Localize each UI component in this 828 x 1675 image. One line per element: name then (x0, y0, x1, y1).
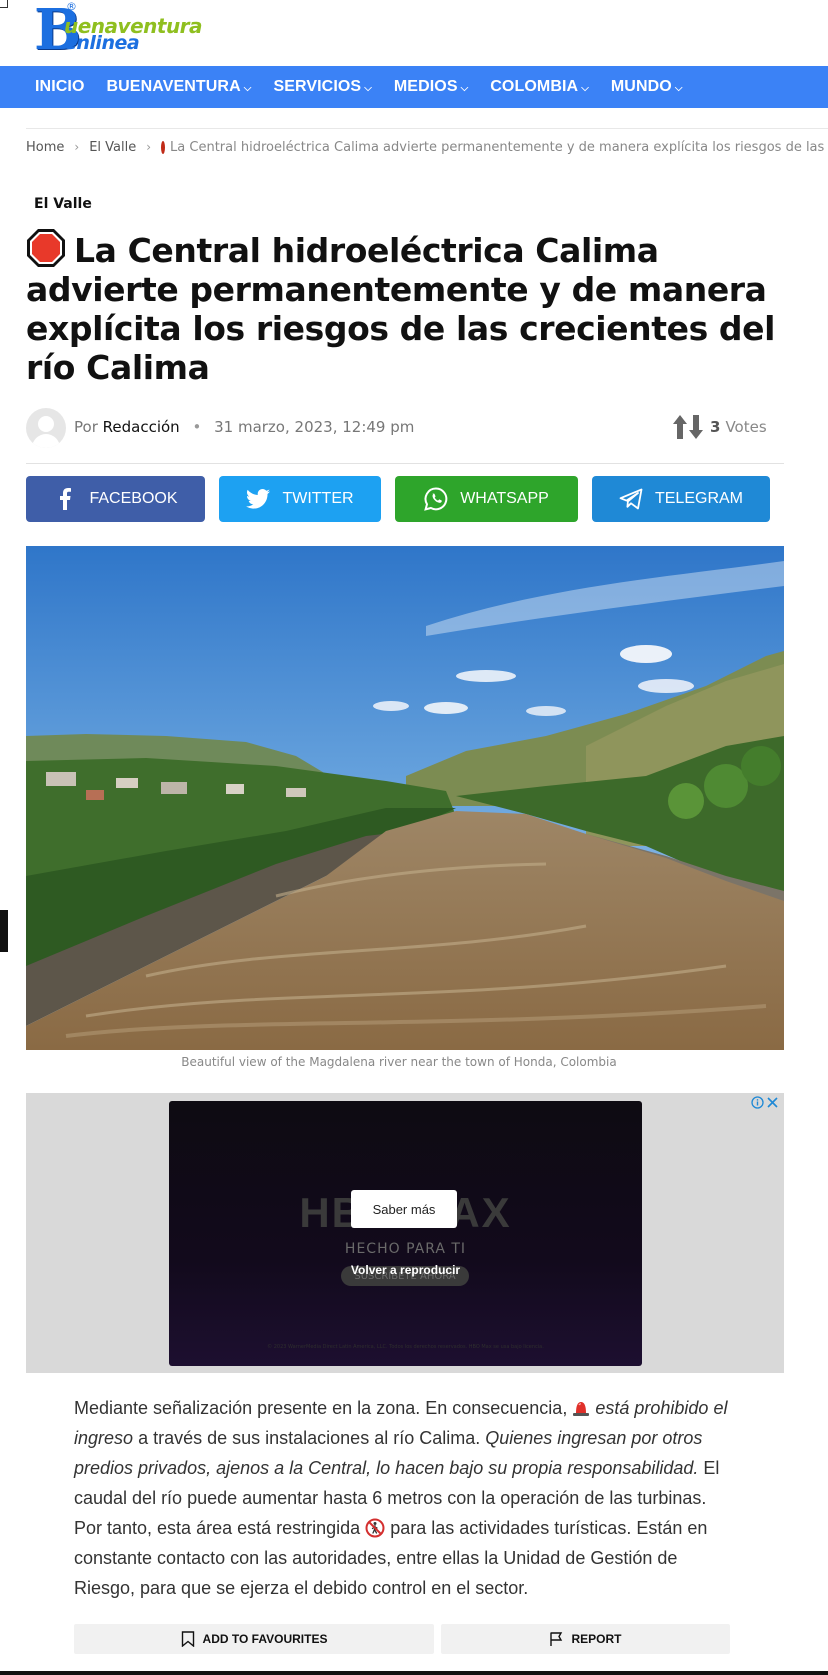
nav-item-label: MUNDO (610, 78, 672, 95)
info-icon[interactable] (750, 1095, 765, 1110)
nav-item-servicios[interactable]: SERVICIOS ⌵ (273, 78, 371, 96)
nav-item-buenaventura[interactable]: BUENAVENTURA ⌵ (107, 78, 252, 96)
breadcrumb-current: La Central hidroeléctrica Calima adviert… (170, 139, 828, 155)
ad-container[interactable]: HBO MAX HECHO PARA TI SUSCRÍBETE AHORA V… (26, 1093, 784, 1373)
share-label: TWITTER (282, 490, 354, 507)
breadcrumb-separator-icon: › (146, 140, 152, 154)
share-facebook-button[interactable]: FACEBOOK (26, 476, 205, 522)
body-text-segment: Mediante señalización presente en la zon… (74, 1398, 568, 1418)
share-telegram-button[interactable]: TELEGRAM (592, 476, 770, 522)
nav-item-inicio[interactable]: INICIO (35, 78, 85, 96)
ad-learn-more-button[interactable]: Saber más (351, 1190, 457, 1228)
share-twitter-button[interactable]: TWITTER (219, 476, 381, 522)
site-logo[interactable]: B ® uenaventura enlinea (34, 0, 203, 60)
share-whatsapp-button[interactable]: WHATSAPP (395, 476, 578, 522)
close-icon[interactable] (765, 1095, 780, 1110)
logo-registered-mark: ® (66, 0, 77, 13)
stop-sign-icon (161, 140, 166, 154)
nav-item-label: BUENAVENTURA (106, 78, 241, 95)
article-meta: Por Redacción • 31 marzo, 2023, 12:49 pm (74, 418, 414, 436)
breadcrumb: Home › El Valle › La Central hidroeléctr… (26, 137, 828, 157)
votes-widget: 3 Votes (672, 414, 767, 440)
article-date: 31 marzo, 2023, 12:49 pm (214, 418, 415, 436)
chevron-down-icon: ⌵ (581, 82, 589, 94)
ad-tagline: HECHO PARA TI (344, 1241, 467, 1257)
share-label: FACEBOOK (89, 490, 178, 507)
author-avatar[interactable] (26, 408, 66, 448)
report-button[interactable]: REPORT (441, 1624, 730, 1654)
button-label: REPORT (571, 1632, 622, 1646)
breadcrumb-home[interactable]: Home (26, 140, 64, 155)
share-label: WHATSAPP (460, 490, 549, 507)
chevron-down-icon: ⌵ (364, 82, 372, 94)
breadcrumb-separator-icon: › (74, 140, 80, 154)
image-caption: Beautiful view of the Magdalena river ne… (181, 1055, 617, 1069)
breadcrumb-divider (26, 128, 828, 129)
add-to-favourites-button[interactable]: ADD TO FAVOURITES (74, 1624, 434, 1654)
meta-separator: • (192, 418, 202, 436)
breadcrumb-section[interactable]: El Valle (89, 140, 136, 155)
nav-item-label: MEDIOS (393, 78, 458, 95)
main-nav: INICIO BUENAVENTURA ⌵ SERVICIOS ⌵ MEDIOS ⌵ … (0, 66, 828, 108)
body-text-segment: a través de sus instalaciones al río Cal… (138, 1428, 481, 1448)
bookmark-icon (181, 1631, 195, 1647)
side-scroll-marker (0, 910, 8, 952)
ad-video[interactable]: HBO MAX HECHO PARA TI SUSCRÍBETE AHORA V… (169, 1101, 642, 1366)
logo-text-line2: enlinea (64, 32, 140, 54)
meta-divider (26, 463, 784, 464)
article-category[interactable]: El Valle (34, 196, 92, 212)
author-link[interactable]: Redacción (103, 418, 180, 436)
button-label: ADD TO FAVOURITES (202, 1632, 328, 1646)
article-title: La Central hidroeléctrica Calima adviert… (26, 228, 786, 387)
chevron-down-icon: ⌵ (243, 82, 252, 94)
nav-item-label: INICIO (35, 78, 85, 95)
whatsapp-icon (424, 487, 448, 511)
police-light-icon (573, 1402, 590, 1416)
stop-sign-icon (27, 229, 65, 267)
votes-count: 3 (710, 418, 721, 436)
by-label: Por (74, 418, 98, 436)
nav-item-colombia[interactable]: COLOMBIA ⌵ (490, 78, 589, 96)
chevron-down-icon: ⌵ (460, 82, 469, 94)
twitter-icon (246, 487, 271, 511)
bottom-bar (0, 1671, 828, 1675)
ad-badges (750, 1095, 780, 1110)
nav-item-mundo[interactable]: MUNDO ⌵ (611, 78, 683, 96)
ad-fine-print: © 2023 WarnerMedia Direct Latin America,… (267, 1344, 544, 1350)
flag-icon (549, 1631, 563, 1647)
share-label: TELEGRAM (654, 490, 743, 507)
corner-mark (0, 0, 8, 8)
vote-up-icon[interactable] (672, 414, 688, 440)
telegram-icon (619, 487, 643, 511)
nav-item-label: COLOMBIA (490, 78, 579, 95)
article-title-text: La Central hidroeléctrica Calima adviert… (26, 231, 776, 387)
no-pedestrians-icon (365, 1518, 385, 1538)
chevron-down-icon: ⌵ (674, 82, 683, 94)
nav-item-label: SERVICIOS (273, 78, 362, 95)
article-body: Mediante señalización presente en la zon… (74, 1393, 734, 1603)
vote-down-icon[interactable] (688, 414, 704, 440)
votes-label: Votes (725, 418, 767, 436)
ad-replay-button[interactable]: Volver a reproducir (169, 1263, 642, 1277)
facebook-icon (53, 487, 77, 511)
nav-item-medios[interactable]: MEDIOS ⌵ (394, 78, 468, 96)
article-hero-image[interactable] (26, 546, 784, 1050)
